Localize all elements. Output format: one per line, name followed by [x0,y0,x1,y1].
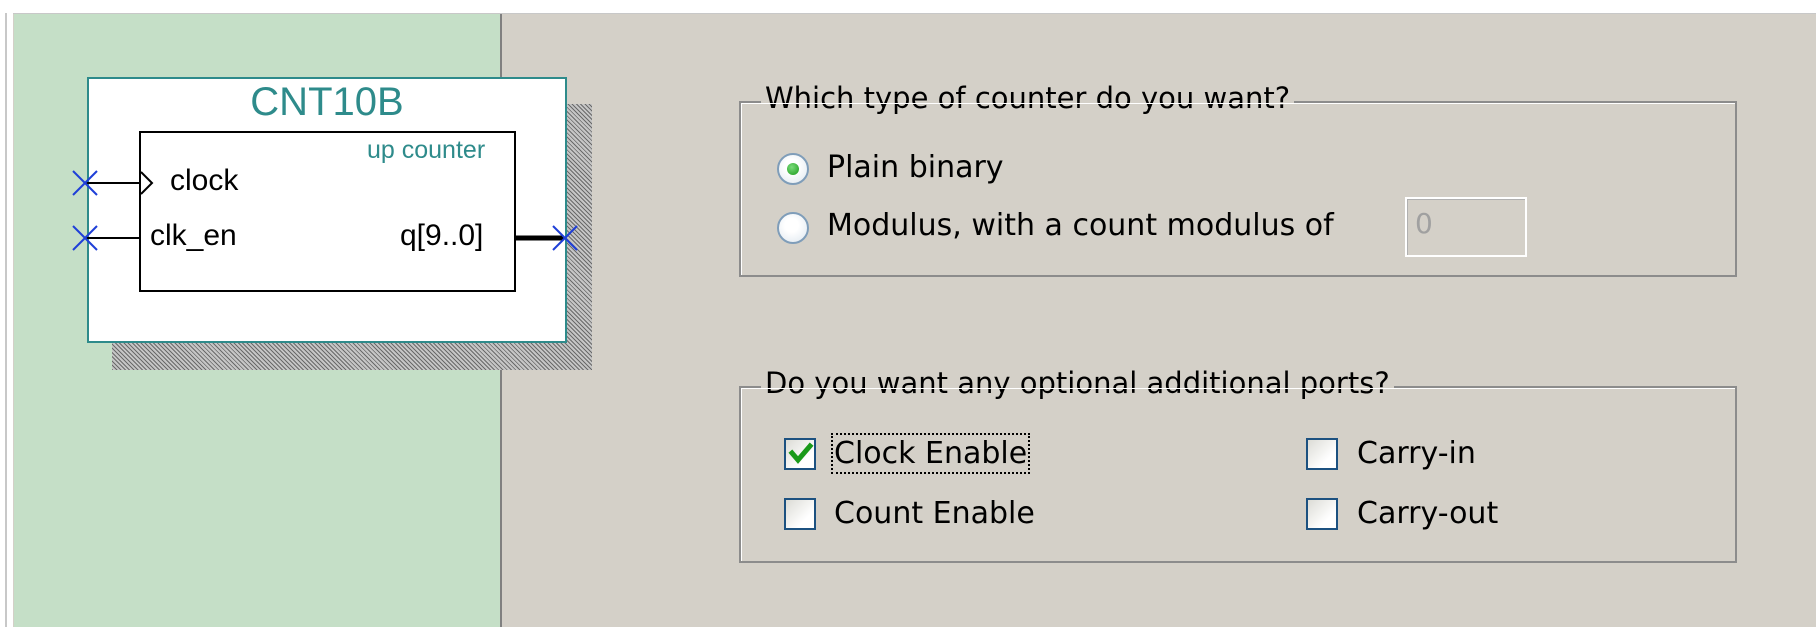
checkbox-clock-enable-label[interactable]: Clock Enable [830,433,1031,474]
checkbox-carry-in[interactable] [1306,438,1338,470]
radio-plain-binary[interactable] [777,153,809,185]
counter-type-group: Which type of counter do you want? [739,81,1737,277]
checkbox-count-enable[interactable] [784,498,816,530]
radio-modulus[interactable] [777,212,809,244]
radio-plain-binary-label[interactable]: Plain binary [827,150,1004,185]
optional-ports-group: Do you want any optional additional port… [739,366,1737,563]
checkbox-count-enable-label[interactable]: Count Enable [834,496,1035,531]
checkmark-icon [788,442,814,464]
port-clk-en: clk_en [150,219,237,252]
checkbox-carry-in-label[interactable]: Carry-in [1357,436,1476,471]
optional-ports-title: Do you want any optional additional port… [761,366,1394,400]
symbol-wires [72,170,578,251]
radio-modulus-label[interactable]: Modulus, with a count modulus of [827,208,1334,243]
clock-triangle-icon [140,171,154,195]
modulus-input[interactable]: 0 [1405,197,1527,257]
counter-type-title: Which type of counter do you want? [761,81,1295,115]
radio-selected-dot [787,163,799,175]
checkbox-clock-enable[interactable] [784,438,816,470]
port-clock: clock [170,164,239,197]
port-q: q[9..0] [400,219,484,252]
checkbox-carry-out[interactable] [1306,498,1338,530]
checkbox-carry-out-label[interactable]: Carry-out [1357,496,1498,531]
